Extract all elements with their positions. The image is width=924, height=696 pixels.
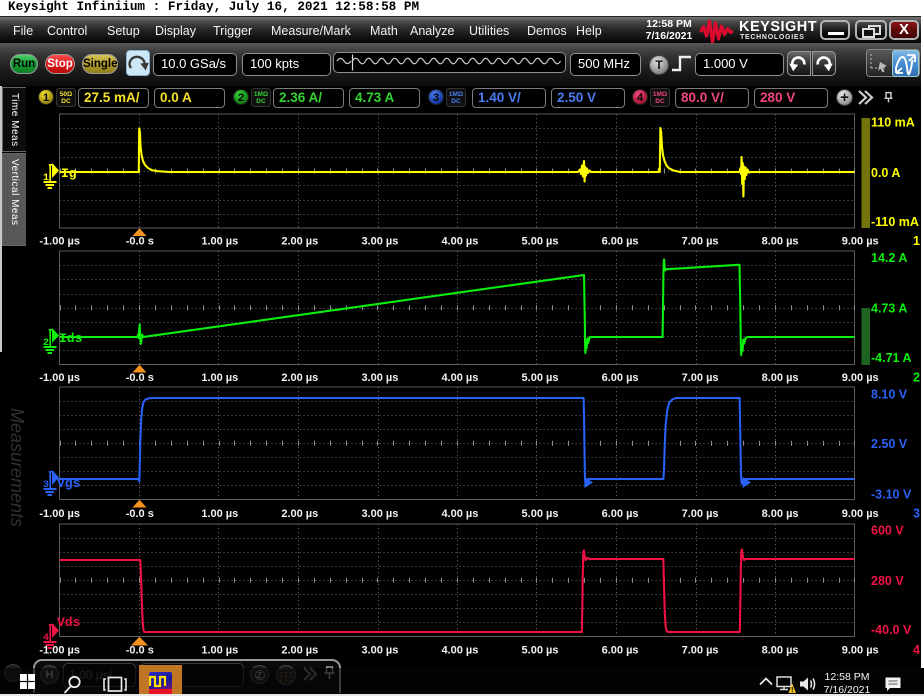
svg-text:3.00 µs: 3.00 µs (361, 508, 398, 520)
svg-text:-1.00 µs: -1.00 µs (39, 236, 80, 248)
svg-text:-1.00 µs: -1.00 µs (39, 645, 80, 657)
svg-text:-0.0 s: -0.0 s (126, 508, 154, 520)
svg-text:4.00 µs: 4.00 µs (441, 372, 478, 384)
svg-text:600 V: 600 V (871, 524, 904, 538)
svg-text:7.00 µs: 7.00 µs (682, 236, 719, 248)
svg-text:Vds: Vds (57, 615, 81, 630)
svg-text:2.50 V: 2.50 V (871, 437, 908, 451)
svg-text:280 V: 280 V (871, 574, 904, 588)
svg-text:2.00 µs: 2.00 µs (281, 645, 318, 657)
svg-text:110 mA: 110 mA (871, 116, 915, 130)
svg-text:4.00 µs: 4.00 µs (441, 236, 478, 248)
svg-text:2.00 µs: 2.00 µs (281, 508, 318, 520)
svg-text:8.10 V: 8.10 V (871, 388, 908, 402)
svg-text:8.00 µs: 8.00 µs (762, 508, 799, 520)
svg-text:2: 2 (43, 338, 49, 349)
svg-text:6.00 µs: 6.00 µs (602, 508, 639, 520)
svg-text:8.00 µs: 8.00 µs (762, 372, 799, 384)
svg-text:8.00 µs: 8.00 µs (762, 645, 799, 657)
svg-text:14.2 A: 14.2 A (871, 251, 907, 265)
svg-text:-110 mA: -110 mA (871, 215, 919, 229)
svg-text:7.00 µs: 7.00 µs (682, 372, 719, 384)
svg-text:1: 1 (913, 234, 920, 248)
svg-text:7.00 µs: 7.00 µs (682, 508, 719, 520)
svg-text:-40.0 V: -40.0 V (871, 623, 912, 637)
svg-text:9.00 µs: 9.00 µs (842, 508, 879, 520)
svg-text:-4.71 A: -4.71 A (871, 351, 912, 365)
svg-text:1.00 µs: 1.00 µs (201, 372, 238, 384)
svg-text:1.00 µs: 1.00 µs (201, 508, 238, 520)
svg-text:1.00 µs: 1.00 µs (201, 645, 238, 657)
svg-text:9.00 µs: 9.00 µs (842, 236, 879, 248)
svg-text:Ids: Ids (59, 331, 83, 346)
svg-text:-1.00 µs: -1.00 µs (39, 508, 80, 520)
svg-text:5.00 µs: 5.00 µs (522, 645, 559, 657)
svg-text:6.00 µs: 6.00 µs (602, 236, 639, 248)
svg-text:4.00 µs: 4.00 µs (441, 645, 478, 657)
svg-text:6.00 µs: 6.00 µs (602, 372, 639, 384)
svg-text:-3.10 V: -3.10 V (871, 488, 912, 502)
svg-text:1.00 µs: 1.00 µs (201, 236, 238, 248)
svg-text:4: 4 (43, 633, 49, 644)
svg-text:-0.0 s: -0.0 s (126, 236, 154, 248)
svg-text:-0.0 s: -0.0 s (126, 372, 154, 384)
svg-text:3.00 µs: 3.00 µs (361, 236, 398, 248)
svg-text:1: 1 (43, 173, 49, 184)
svg-text:4: 4 (913, 643, 920, 657)
svg-text:Ig: Ig (61, 166, 77, 181)
svg-text:5.00 µs: 5.00 µs (522, 372, 559, 384)
svg-text:2: 2 (913, 371, 920, 385)
svg-text:Vgs: Vgs (57, 476, 81, 491)
svg-text:3: 3 (913, 507, 920, 521)
svg-text:9.00 µs: 9.00 µs (842, 645, 879, 657)
svg-text:6.00 µs: 6.00 µs (602, 645, 639, 657)
svg-text:-1.00 µs: -1.00 µs (39, 372, 80, 384)
svg-text:3.00 µs: 3.00 µs (361, 372, 398, 384)
svg-text:8.00 µs: 8.00 µs (762, 236, 799, 248)
svg-text:9.00 µs: 9.00 µs (842, 372, 879, 384)
svg-text:3.00 µs: 3.00 µs (361, 645, 398, 657)
svg-text:5.00 µs: 5.00 µs (522, 508, 559, 520)
svg-text:2.00 µs: 2.00 µs (281, 236, 318, 248)
svg-text:7.00 µs: 7.00 µs (682, 645, 719, 657)
svg-text:-0.0 s: -0.0 s (126, 645, 154, 657)
svg-text:2.00 µs: 2.00 µs (281, 372, 318, 384)
svg-text:4.73 A: 4.73 A (871, 302, 907, 316)
svg-text:4.00 µs: 4.00 µs (441, 508, 478, 520)
svg-text:5.00 µs: 5.00 µs (522, 236, 559, 248)
svg-text:0.0 A: 0.0 A (871, 166, 900, 180)
svg-text:3: 3 (43, 480, 49, 491)
